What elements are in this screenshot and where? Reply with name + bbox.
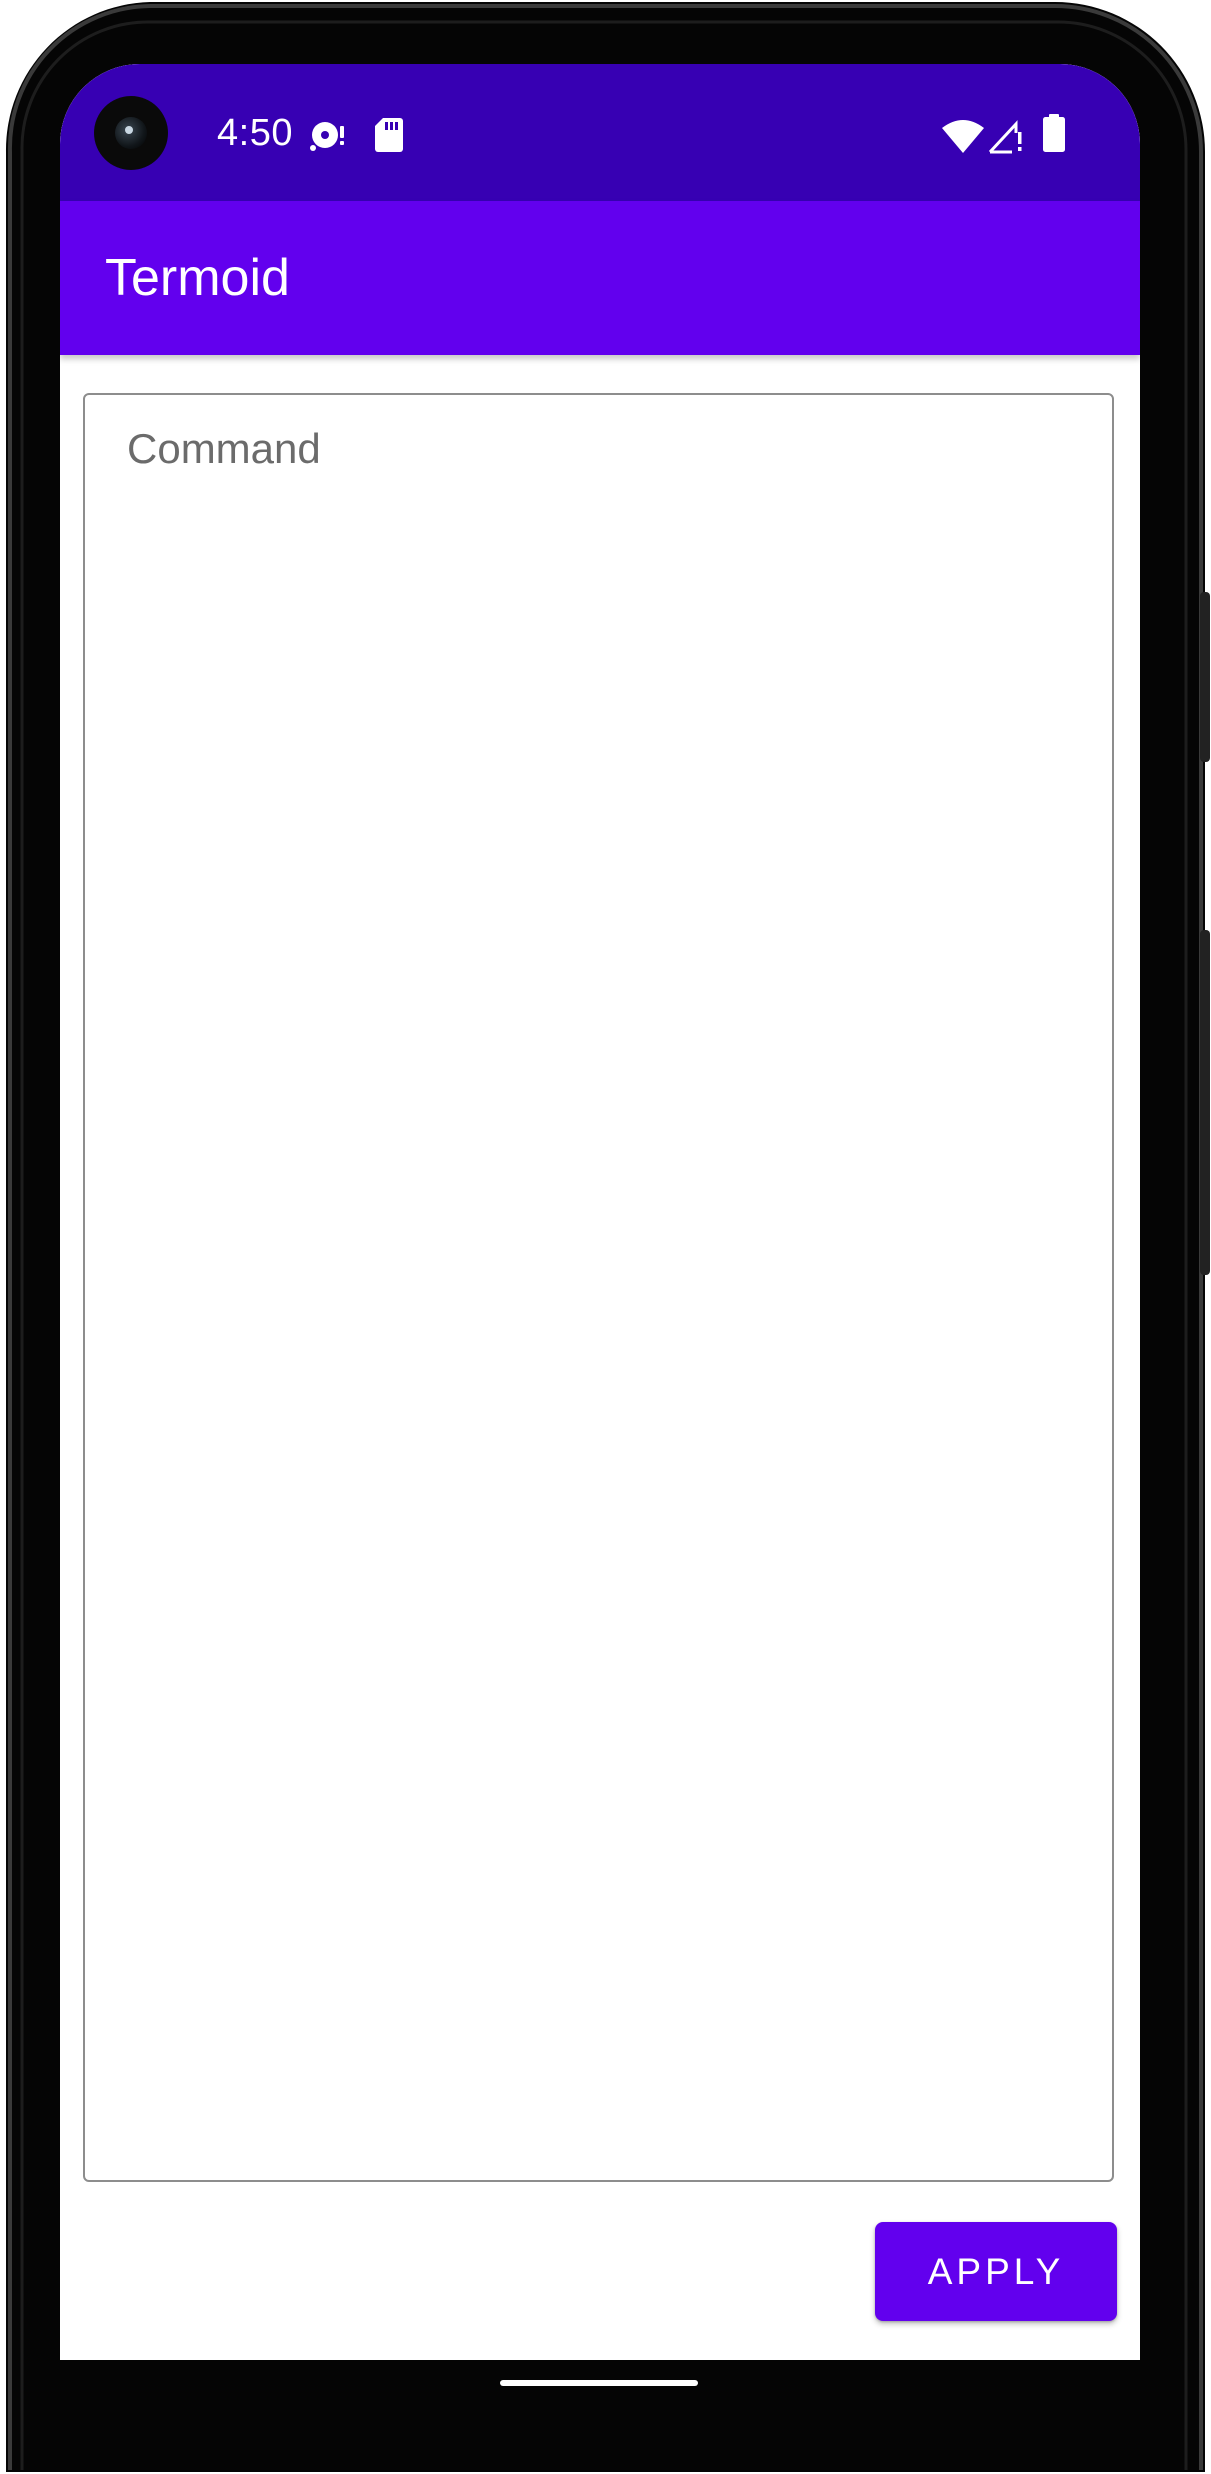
front-camera [94, 96, 168, 170]
command-field[interactable] [83, 393, 1114, 2182]
app-bar: Termoid [60, 201, 1140, 355]
status-bar: 4:50 [60, 64, 1140, 201]
gesture-navigation-bar[interactable] [500, 2380, 698, 2386]
camera-glint [125, 126, 133, 134]
command-input[interactable] [85, 395, 1112, 2180]
apply-button[interactable]: APPLY [875, 2222, 1117, 2321]
camera-lens [115, 117, 147, 149]
phone-device: 4:50 Termoid Command APPLY [0, 0, 1211, 2474]
volume-button [1200, 930, 1210, 1275]
sd-card-icon [375, 118, 403, 152]
media-sync-icon [310, 122, 344, 151]
screen: 4:50 Termoid Command APPLY [60, 64, 1140, 2360]
battery-icon [1043, 114, 1065, 152]
status-time: 4:50 [217, 112, 293, 154]
cellular-signal-icon [988, 120, 1022, 154]
power-button [1200, 592, 1210, 762]
wifi-icon [942, 120, 984, 153]
app-title: Termoid [105, 249, 290, 307]
